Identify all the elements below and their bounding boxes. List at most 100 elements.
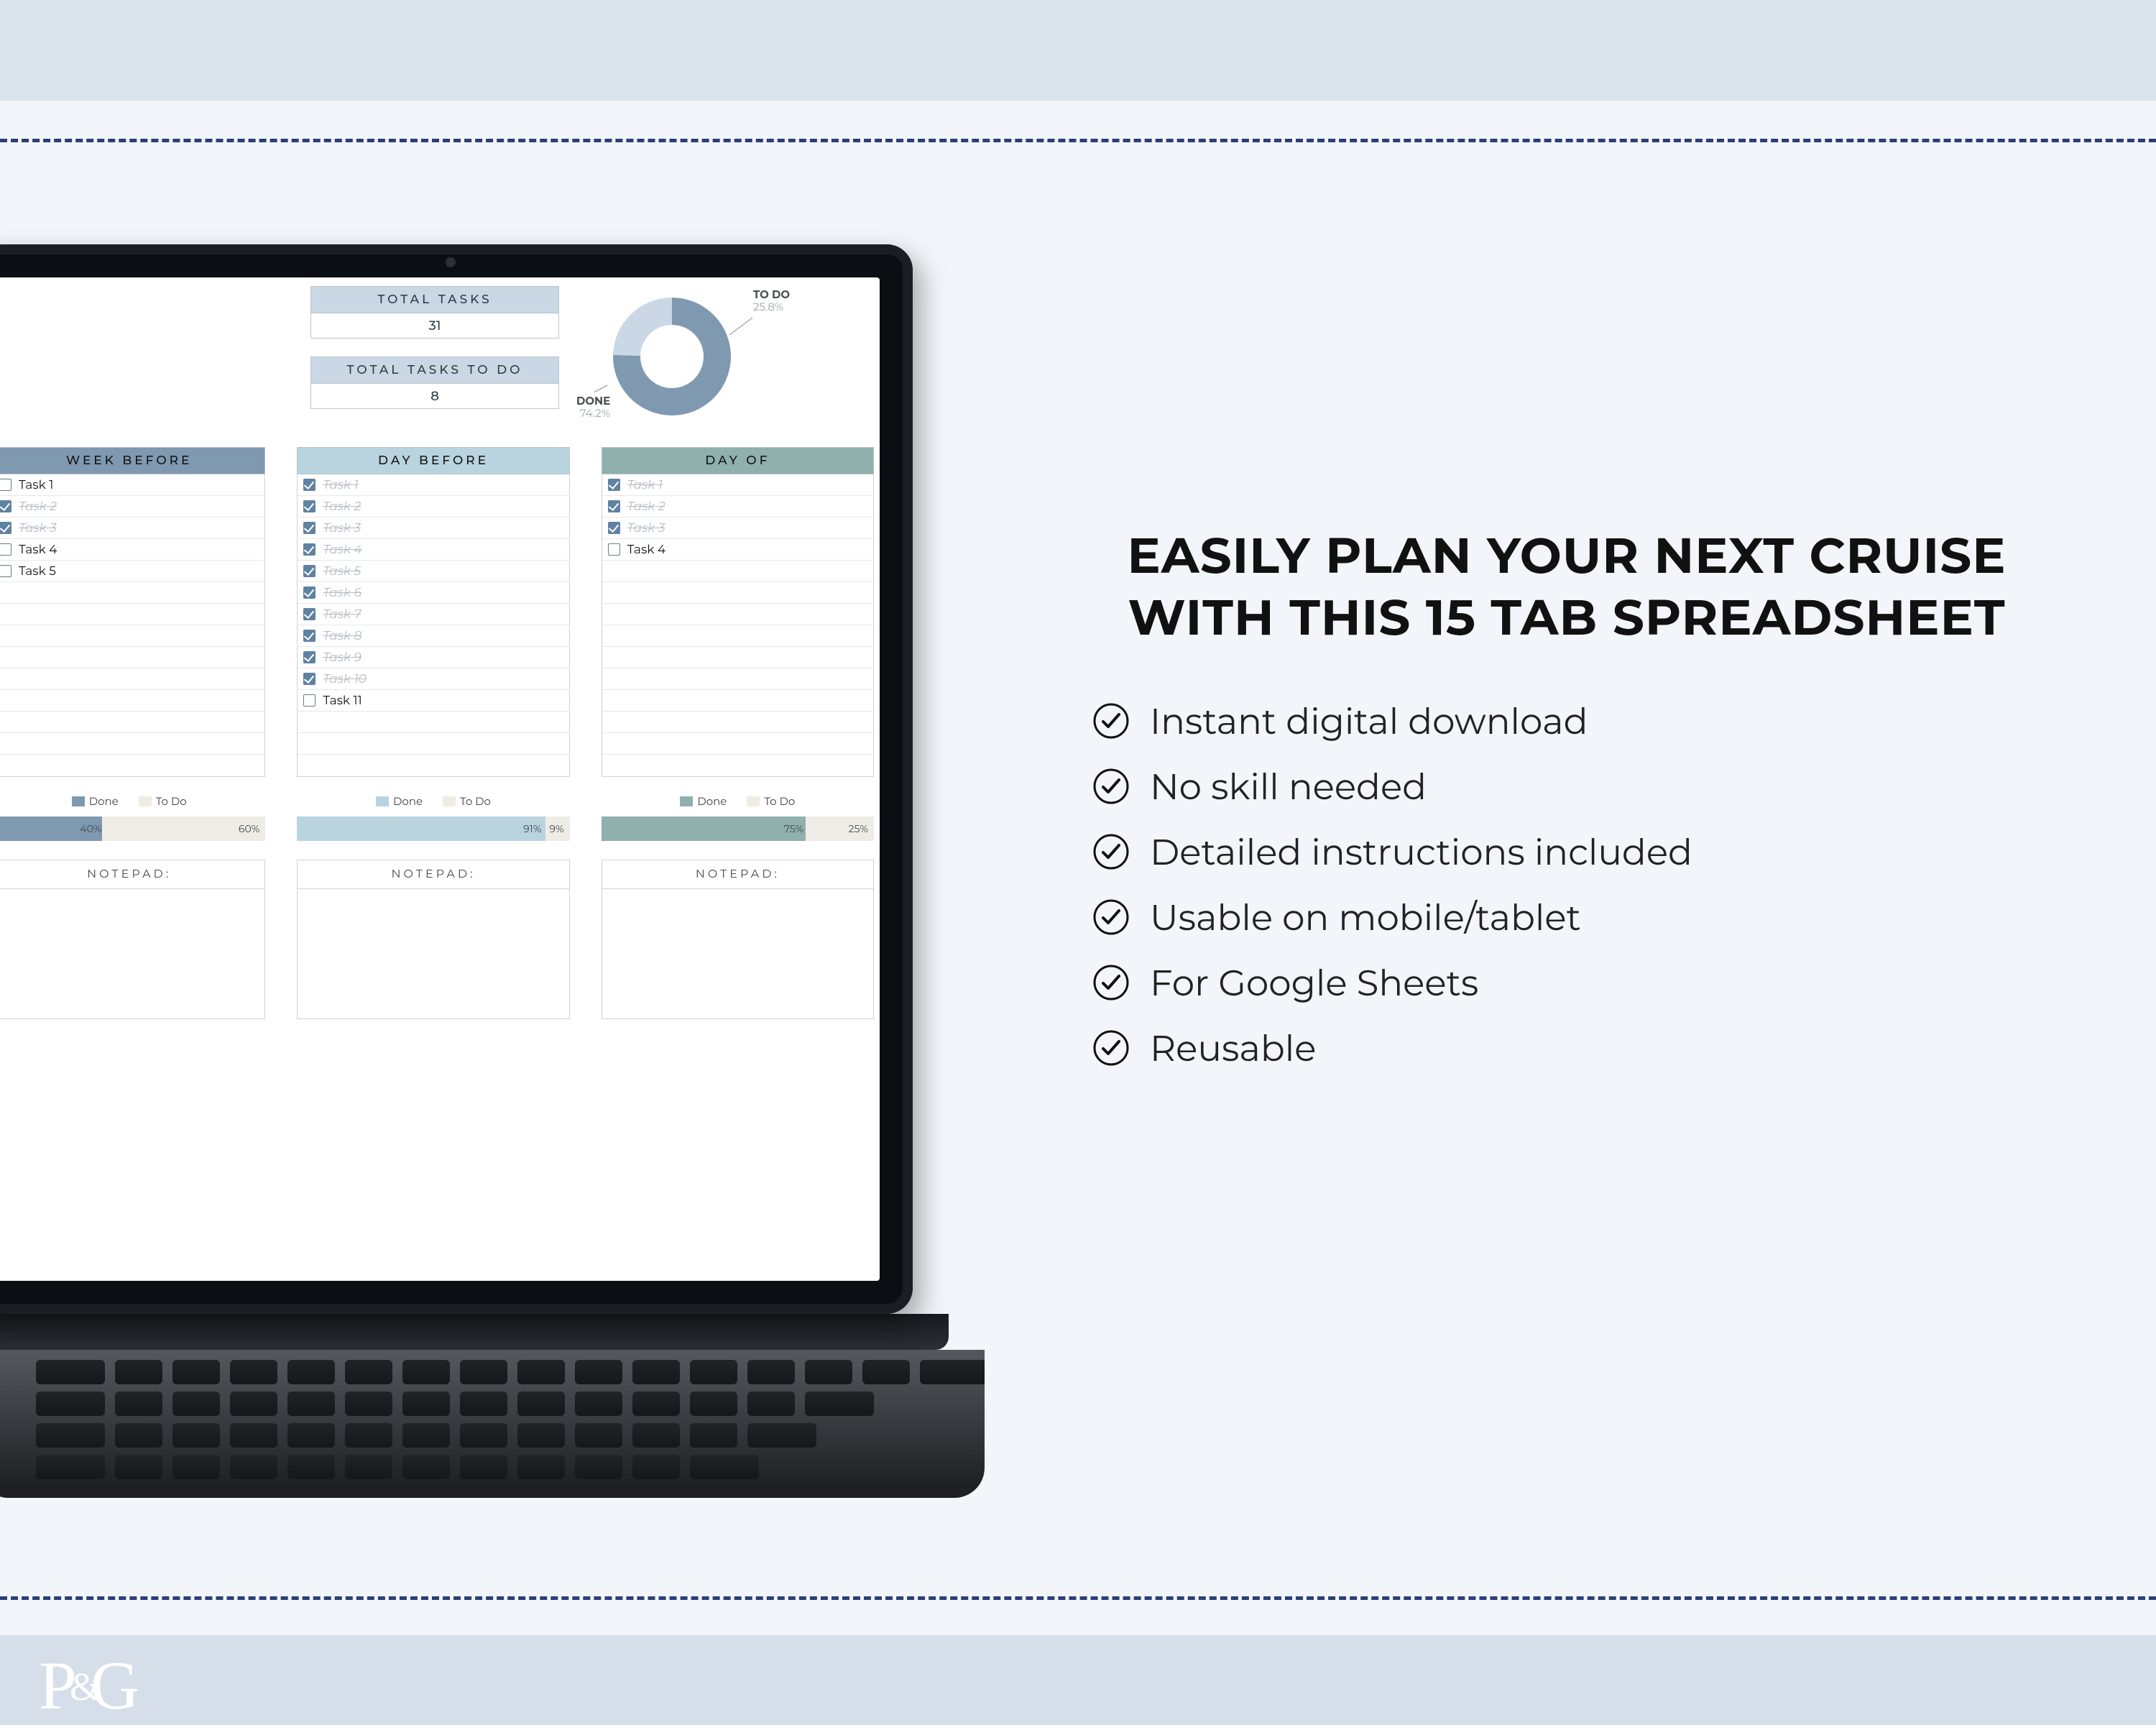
task-row-empty[interactable] (602, 712, 873, 733)
card-header: DAY OF (602, 447, 874, 474)
task-row-empty[interactable] (602, 582, 873, 604)
task-row[interactable]: Task 2 (602, 496, 873, 518)
task-row-empty[interactable] (0, 604, 264, 625)
marketing-copy: EASILY PLAN YOUR NEXT CRUISE WITH THIS 1… (1064, 525, 2070, 1092)
task-row[interactable]: Task 9 (298, 647, 568, 668)
task-row[interactable]: Task 4 (0, 539, 264, 561)
checkbox[interactable] (303, 543, 315, 556)
task-row[interactable]: Task 8 (298, 625, 568, 647)
feature-text: Usable on mobile/tablet (1150, 896, 1581, 939)
checkbox[interactable] (303, 694, 315, 707)
task-row-empty[interactable] (602, 733, 873, 755)
checkbox[interactable] (0, 565, 11, 577)
task-row[interactable]: Task 5 (0, 561, 264, 582)
task-row-empty[interactable] (0, 755, 264, 776)
notepad-body[interactable] (298, 889, 568, 1018)
stat-value: 8 (311, 383, 558, 408)
task-row[interactable]: Task 4 (298, 539, 568, 561)
task-row-empty[interactable] (298, 712, 568, 733)
stat-label: TOTAL TASKS TO DO (311, 357, 558, 383)
checkbox[interactable] (303, 651, 315, 663)
task-row-empty[interactable] (602, 755, 873, 776)
task-row-empty[interactable] (602, 561, 873, 582)
task-row[interactable]: Task 3 (0, 518, 264, 539)
keyboard-key (575, 1392, 622, 1416)
task-row-empty[interactable] (0, 712, 264, 733)
task-row-empty[interactable] (0, 582, 264, 604)
task-row[interactable]: Task 5 (298, 561, 568, 582)
keyboard-key (690, 1392, 737, 1416)
notepad-body[interactable] (602, 889, 873, 1018)
checkbox[interactable] (303, 565, 315, 577)
donut-todo-slice (613, 298, 672, 356)
notepad[interactable]: NOTEPAD: (0, 860, 265, 1019)
check-circle-icon (1092, 1029, 1130, 1067)
divider-bottom (0, 1596, 2156, 1600)
task-row[interactable]: Task 1 (602, 474, 873, 496)
task-row[interactable]: Task 1 (0, 474, 264, 496)
notepad[interactable]: NOTEPAD: (602, 860, 874, 1019)
feature-text: Reusable (1150, 1026, 1316, 1070)
checkbox[interactable] (303, 522, 315, 534)
task-row-empty[interactable] (0, 733, 264, 755)
stat-tasks-todo: TOTAL TASKS TO DO 8 (310, 356, 559, 409)
checkbox[interactable] (303, 500, 315, 512)
check-circle-icon (1092, 702, 1130, 740)
task-row-empty[interactable] (602, 690, 873, 712)
task-row[interactable]: Task 2 (298, 496, 568, 518)
legend: DoneTo Do (0, 794, 265, 808)
task-row[interactable]: Task 4 (602, 539, 873, 561)
keyboard-key (287, 1423, 335, 1448)
legend: DoneTo Do (602, 794, 874, 808)
keyboard-key (402, 1360, 450, 1384)
task-row-empty[interactable] (602, 668, 873, 690)
keyboard-key (402, 1423, 450, 1448)
task-row-empty[interactable] (298, 755, 568, 776)
keyboard-key (345, 1423, 392, 1448)
keyboard-key (632, 1455, 680, 1479)
notepad-body[interactable] (0, 889, 264, 1018)
task-row[interactable]: Task 3 (602, 518, 873, 539)
task-row-empty[interactable] (602, 604, 873, 625)
checkbox[interactable] (608, 500, 620, 512)
task-row[interactable]: Task 11 (298, 690, 568, 712)
task-row[interactable]: Task 3 (298, 518, 568, 539)
task-row-empty[interactable] (0, 690, 264, 712)
checkbox[interactable] (608, 522, 620, 534)
task-row-empty[interactable] (298, 733, 568, 755)
feature-item: For Google Sheets (1092, 961, 2070, 1005)
task-row-empty[interactable] (0, 668, 264, 690)
checkbox[interactable] (0, 479, 11, 491)
checkbox[interactable] (303, 479, 315, 491)
task-list: Task 1Task 2Task 3Task 4Task 5Task 6Task… (297, 474, 569, 777)
keyboard-key (36, 1455, 105, 1479)
task-label: Task 3 (627, 521, 665, 535)
checkbox[interactable] (0, 522, 11, 534)
task-row[interactable]: Task 1 (298, 474, 568, 496)
task-card: DAY OFTask 1Task 2Task 3Task 4DoneTo Do7… (602, 447, 874, 1019)
checkbox[interactable] (303, 673, 315, 685)
checkbox[interactable] (608, 479, 620, 491)
checkbox[interactable] (0, 500, 11, 512)
stat-total-tasks: TOTAL TASKS 31 (310, 286, 559, 339)
task-row-empty[interactable] (602, 625, 873, 647)
check-circle-icon (1092, 964, 1130, 1001)
task-row[interactable]: Task 6 (298, 582, 568, 604)
task-row-empty[interactable] (0, 647, 264, 668)
checkbox[interactable] (0, 543, 11, 556)
checkbox[interactable] (303, 630, 315, 642)
keyboard-key (575, 1423, 622, 1448)
laptop-keyboard (0, 1350, 985, 1498)
task-row-empty[interactable] (0, 625, 264, 647)
task-row[interactable]: Task 2 (0, 496, 264, 518)
task-row[interactable]: Task 7 (298, 604, 568, 625)
notepad-header: NOTEPAD: (602, 860, 873, 889)
checkbox[interactable] (303, 586, 315, 599)
checkbox[interactable] (608, 543, 620, 556)
task-row-empty[interactable] (602, 647, 873, 668)
notepad[interactable]: NOTEPAD: (297, 860, 569, 1019)
keyboard-key (575, 1360, 622, 1384)
task-label: Task 9 (323, 650, 361, 665)
task-row[interactable]: Task 10 (298, 668, 568, 690)
checkbox[interactable] (303, 608, 315, 620)
